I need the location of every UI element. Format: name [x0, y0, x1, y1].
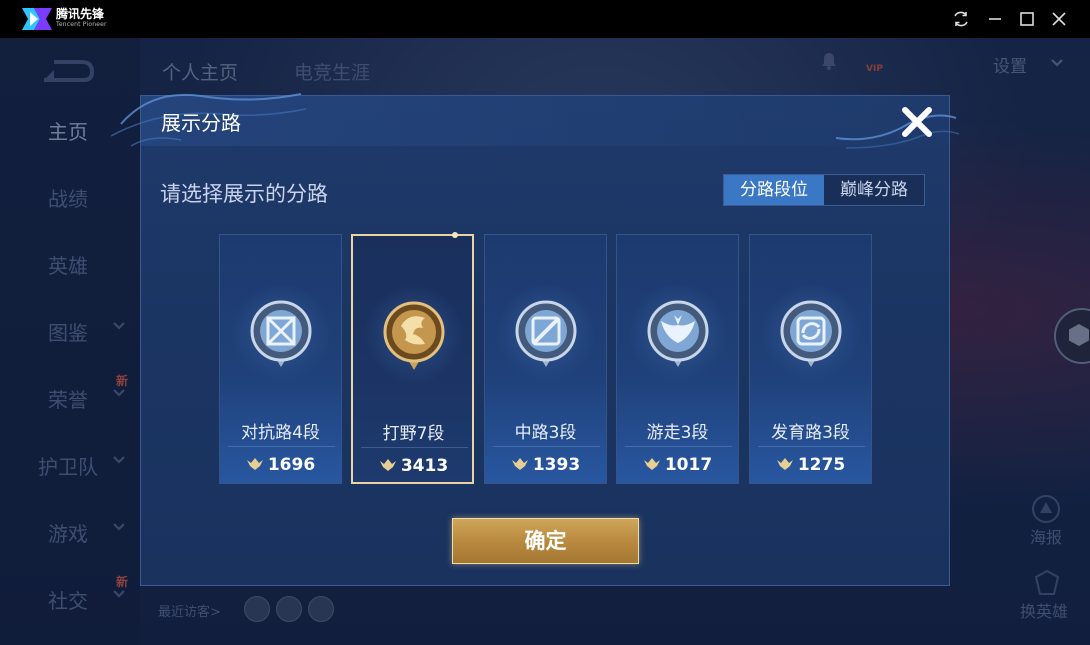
score-value: 3413 [400, 456, 449, 476]
lane-score: 1393 [485, 455, 606, 475]
crossed-swords-emblem-icon [250, 300, 312, 367]
score-value: 1696 [267, 455, 316, 475]
lane-score: 1696 [220, 455, 341, 475]
divider [228, 446, 335, 447]
points-icon [776, 458, 793, 470]
dialog-subtitle: 请选择展示的分路 [160, 182, 328, 206]
points-icon [643, 458, 660, 470]
lane-type-toggle: 分路段位 巅峰分路 [723, 174, 925, 206]
lane-card-list: 对抗路4段 1696 打野7段 3413 中路3段 1393 游走3段 1017… [219, 232, 879, 484]
tab-peak-lane[interactable]: 巅峰分路 [824, 175, 924, 205]
lane-card-selected[interactable]: 打野7段 3413 [351, 232, 474, 484]
selection-dot [452, 232, 458, 238]
swirl-ornament-icon [835, 114, 960, 149]
points-icon [246, 458, 263, 470]
confirm-button[interactable]: 确定 [452, 518, 639, 564]
lane-display-dialog: 展示分路 请选择展示的分路 分路段位 巅峰分路 对抗路4段 1696 打野7段 … [111, 93, 960, 586]
app-subtitle: Tencent Pioneer [56, 21, 107, 28]
mid-lane-slash-emblem-icon [515, 300, 577, 367]
score-value: 1393 [532, 455, 581, 475]
lane-card[interactable]: 游走3段 1017 [616, 234, 739, 484]
lane-card[interactable]: 中路3段 1393 [484, 234, 607, 484]
close-icon[interactable] [1048, 8, 1070, 30]
lane-name: 打野7段 [382, 424, 445, 444]
tab-lane-rank[interactable]: 分路段位 [724, 175, 824, 205]
divider [361, 447, 468, 448]
dialog-close-icon[interactable] [897, 102, 937, 142]
dragon-emblem-icon [383, 301, 445, 370]
score-value: 1017 [664, 455, 713, 475]
lane-name: 发育路3段 [771, 423, 850, 443]
score-value: 1275 [797, 455, 846, 475]
divider [625, 446, 732, 447]
lane-card[interactable]: 发育路3段 1275 [749, 234, 872, 484]
app-name: 腾讯先锋 [56, 7, 105, 21]
divider [758, 446, 865, 447]
divider [493, 446, 600, 447]
points-icon [379, 459, 396, 471]
maximize-icon[interactable] [1016, 8, 1038, 30]
points-icon [511, 458, 528, 470]
lane-score: 1017 [617, 455, 738, 475]
farm-lane-arrows-emblem-icon [780, 300, 842, 367]
lane-name: 游走3段 [646, 423, 709, 443]
refresh-icon[interactable] [950, 8, 972, 30]
lane-name: 中路3段 [514, 423, 577, 443]
lane-card[interactable]: 对抗路4段 1696 [219, 234, 342, 484]
roam-wings-emblem-icon [647, 300, 709, 367]
lane-name: 对抗路4段 [241, 423, 320, 443]
minimize-icon[interactable] [984, 8, 1006, 30]
tencent-pioneer-logo-icon [22, 8, 52, 30]
lane-score: 1275 [750, 455, 871, 475]
dialog-title: 展示分路 [161, 111, 241, 135]
app-titlebar: 腾讯先锋 Tencent Pioneer [0, 0, 1090, 38]
lane-score: 3413 [353, 456, 474, 476]
